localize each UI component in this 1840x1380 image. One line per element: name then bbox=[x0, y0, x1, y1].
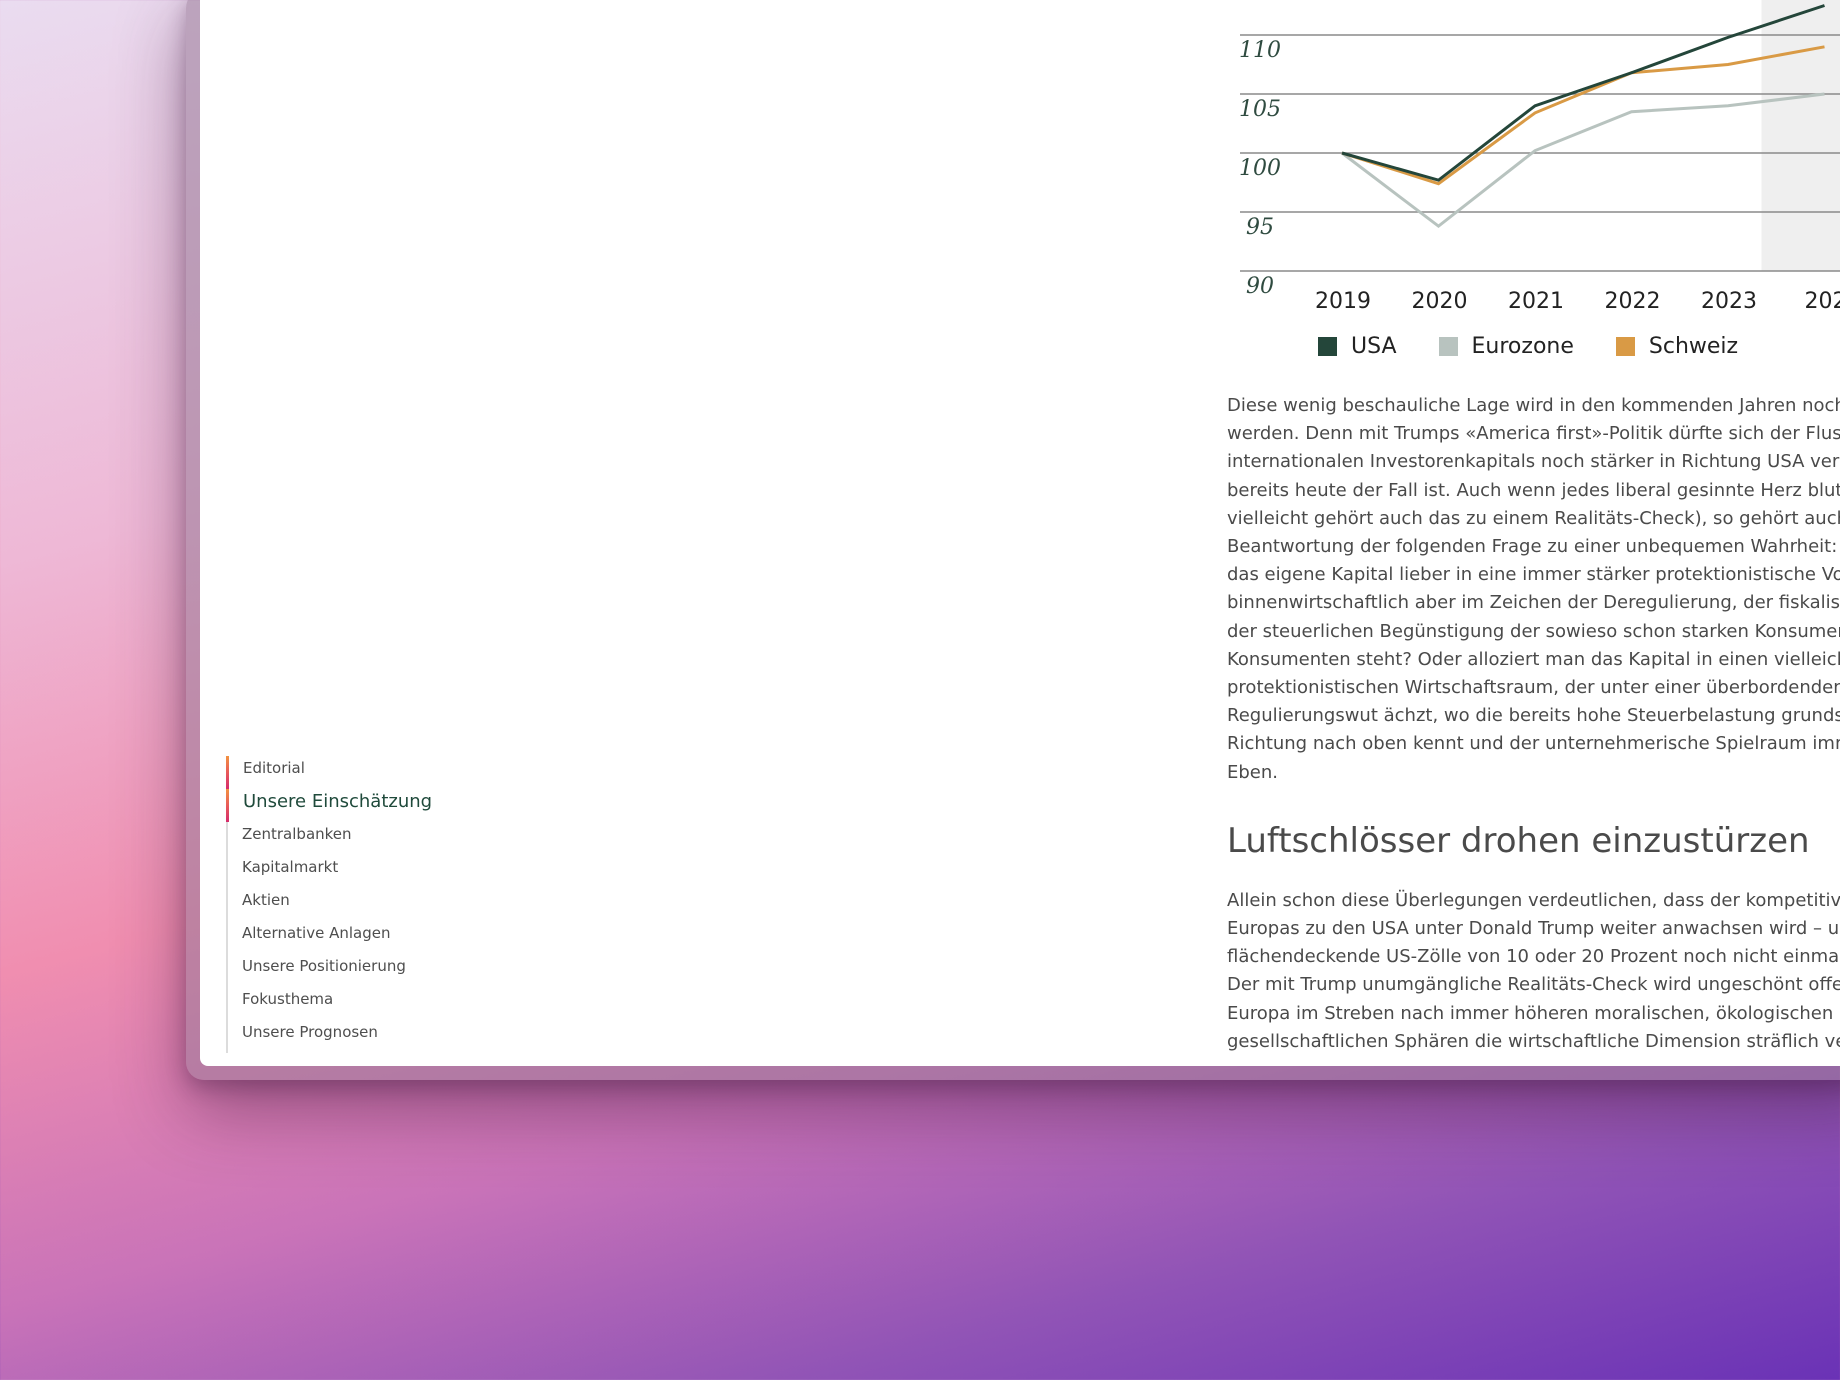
toc-item-alternative-anlagen[interactable]: Alternative Anlagen bbox=[226, 921, 546, 954]
paragraph-1-line: vielleicht gehört auch das zu einem Real… bbox=[1227, 507, 1840, 529]
paragraph-1-line: Regulierungswut ächzt, wo die bereits ho… bbox=[1227, 705, 1840, 727]
paragraph-2-line: gesellschaftlichen Sphären die wirtschaf… bbox=[1227, 1030, 1840, 1052]
toc-item-unsere-prognosen[interactable]: Unsere Prognosen bbox=[226, 1020, 546, 1053]
y-tick-label: 105 bbox=[1239, 97, 1281, 122]
paragraph-1-line: werden. Denn mit Trumps «America first»-… bbox=[1227, 423, 1840, 445]
toc-item-editorial[interactable]: Editorial bbox=[226, 756, 546, 789]
toc-item-kapitalmarkt[interactable]: Kapitalmarkt bbox=[226, 855, 546, 888]
paragraph-1-line: Konsumenten steht? Oder alloziert man da… bbox=[1227, 648, 1840, 670]
legend-item-schweiz: Schweiz bbox=[1615, 334, 1739, 359]
paragraph-1-line: binnenwirtschaftlich aber im Zeichen der… bbox=[1227, 592, 1840, 614]
legend-label-usa: USA bbox=[1351, 334, 1397, 359]
article-body: Diese wenig beschauliche Lage wird in de… bbox=[1227, 392, 1840, 1056]
paragraph-1-line: internationalen Investorenkapitals noch … bbox=[1227, 451, 1840, 473]
paragraph-1-line: bereits heute der Fall ist. Auch wenn je… bbox=[1227, 479, 1840, 501]
article-paragraph-1: Diese wenig beschauliche Lage wird in de… bbox=[1227, 392, 1840, 787]
paragraph-1-line: der steuerlichen Begünstigung der sowies… bbox=[1227, 620, 1840, 642]
y-tick-label: 95 bbox=[1246, 215, 1274, 240]
legend-label-eurozone: Eurozone bbox=[1471, 334, 1574, 359]
paragraph-1-line: Richtung nach oben kennt und der unterne… bbox=[1227, 733, 1840, 755]
toc-item-zentralbanken[interactable]: Zentralbanken bbox=[226, 822, 546, 855]
paragraph-1-line: Beantwortung der folgenden Frage zu eine… bbox=[1227, 536, 1840, 558]
legend-swatch-schweiz bbox=[1615, 337, 1635, 356]
x-tick-label: 2023 bbox=[1701, 289, 1757, 314]
paragraph-1-line: das eigene Kapital lieber in eine immer … bbox=[1227, 564, 1840, 586]
paragraph-1-line: Eben. bbox=[1227, 761, 1279, 783]
paragraph-2-line: Europas zu den USA unter Donald Trump we… bbox=[1227, 918, 1840, 940]
table-of-contents: Editorial Unsere Einschätzung Zentralban… bbox=[226, 756, 546, 1053]
y-tick-label: 110 bbox=[1239, 38, 1281, 63]
series-line-eurozone bbox=[1341, 92, 1825, 229]
y-tick-label: 100 bbox=[1239, 156, 1281, 181]
toc-item-aktien[interactable]: Aktien bbox=[226, 888, 546, 921]
article-heading: Luftschlösser drohen einzustürzen bbox=[1227, 820, 1810, 861]
legend-swatch-eurozone bbox=[1438, 337, 1458, 356]
article-paragraph-2: Allein schon diese Überlegungen verdeutl… bbox=[1227, 887, 1840, 1056]
paragraph-1-line: Diese wenig beschauliche Lage wird in de… bbox=[1227, 395, 1840, 416]
gdp-line-chart: 90 95 100 105 110 2019 2020 2021 2022 2023 202 bbox=[1200, 0, 1840, 380]
x-tick-label: 2019 bbox=[1315, 289, 1371, 314]
legend-item-usa: USA bbox=[1318, 334, 1397, 359]
x-tick-label: 2021 bbox=[1508, 289, 1564, 314]
toc-item-unsere-positionierung[interactable]: Unsere Positionierung bbox=[226, 954, 546, 987]
toc-item-fokusthema[interactable]: Fokusthema bbox=[226, 987, 546, 1020]
paragraph-2-line: Europa im Streben nach immer höheren mor… bbox=[1227, 1002, 1840, 1024]
x-tick-label: 2020 bbox=[1412, 289, 1468, 314]
paragraph-2-line: Allein schon diese Überlegungen verdeutl… bbox=[1227, 889, 1840, 911]
series-line-schweiz bbox=[1341, 45, 1825, 186]
x-tick-label: 202 bbox=[1805, 289, 1840, 314]
y-tick-label: 90 bbox=[1246, 274, 1274, 299]
paragraph-1-line: protektionistischen Wirtschaftsraum, der… bbox=[1227, 677, 1840, 699]
legend-swatch-usa bbox=[1318, 337, 1337, 356]
x-tick-label: 2022 bbox=[1605, 289, 1661, 314]
paragraph-2-line: Der mit Trump unumgängliche Realitäts-Ch… bbox=[1227, 974, 1840, 996]
toc-item-unsere-einschaetzung[interactable]: Unsere Einschätzung bbox=[226, 789, 546, 822]
forecast-shade bbox=[1761, 0, 1840, 271]
legend-label-schweiz: Schweiz bbox=[1648, 334, 1739, 359]
paragraph-2-line: flächendeckende US-Zölle von 10 oder 20 … bbox=[1227, 946, 1840, 968]
legend-item-eurozone: Eurozone bbox=[1438, 334, 1574, 359]
chart-legend: USA Eurozone Schweiz bbox=[1318, 334, 1738, 359]
chart-svg: 90 95 100 105 110 2019 2020 2021 2022 2023 202 bbox=[1239, 0, 1840, 314]
